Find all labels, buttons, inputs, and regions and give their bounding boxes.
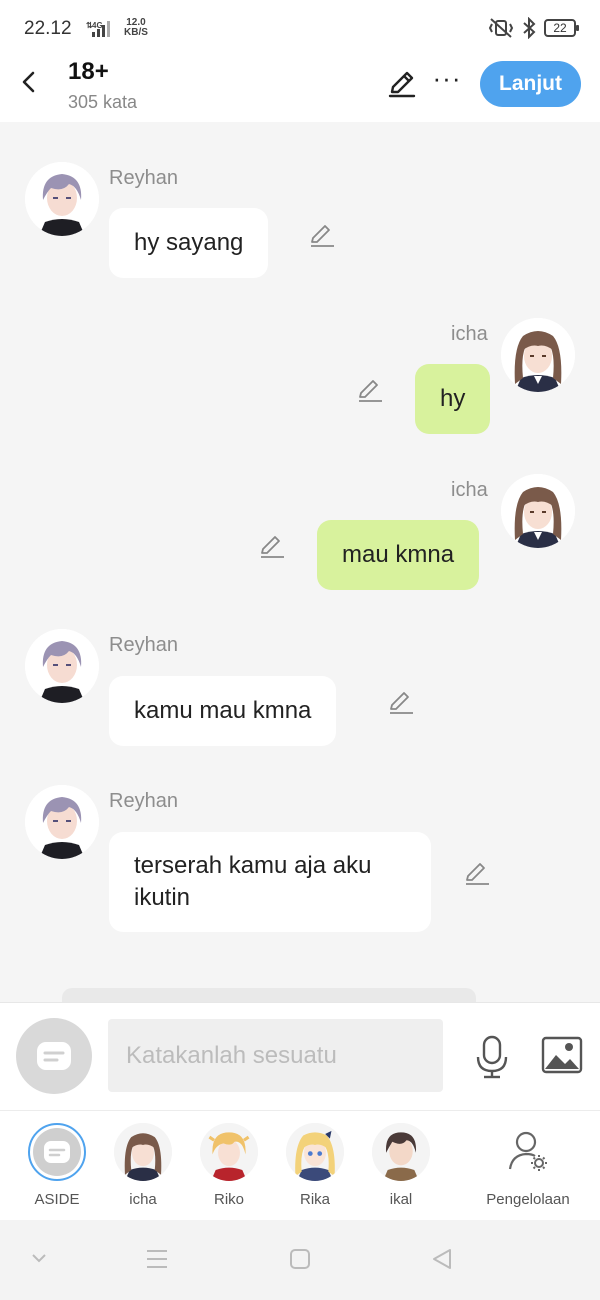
- manage-characters-button[interactable]: Pengelolaan: [478, 1123, 578, 1208]
- character-rika[interactable]: Rika: [275, 1123, 355, 1208]
- status-bar: 22.12 ⇅ 4G 12.0 KB/S 22: [0, 0, 600, 56]
- avatar-icha[interactable]: [501, 318, 575, 392]
- network-type: 4G: [92, 21, 103, 30]
- scroll-peek-bar: [62, 988, 476, 1002]
- avatar-reyhan[interactable]: [25, 785, 99, 859]
- edit-pencil-icon[interactable]: [386, 68, 418, 100]
- sender-name: Reyhan: [109, 634, 178, 656]
- sender-name: Reyhan: [109, 790, 178, 812]
- signal-icon: ⇅ 4G: [86, 21, 110, 37]
- sender-name: icha: [451, 479, 488, 501]
- aside-avatar: [28, 1123, 86, 1181]
- message-bubble[interactable]: kamu mau kmna: [109, 676, 337, 746]
- message-bubble[interactable]: terserah kamu aja aku ikutin: [109, 832, 431, 932]
- microphone-icon[interactable]: [474, 1035, 510, 1079]
- vibrate-mute-icon: [488, 18, 514, 38]
- chat-bubble-icon: [37, 1042, 71, 1070]
- message-bubble[interactable]: mau kmna: [317, 520, 480, 590]
- more-options-icon[interactable]: ···: [432, 65, 462, 98]
- image-icon[interactable]: [541, 1036, 583, 1074]
- avatar: [114, 1123, 172, 1181]
- word-count: 305 kata: [68, 92, 138, 112]
- avatar: [286, 1123, 344, 1181]
- menu-icon[interactable]: [145, 1248, 169, 1270]
- avatar: [372, 1123, 430, 1181]
- page-title: 18+: [68, 58, 109, 85]
- message-input[interactable]: Katakanlah sesuatu: [108, 1019, 443, 1092]
- character-riko[interactable]: Riko: [189, 1123, 269, 1208]
- user-settings-icon: [508, 1131, 547, 1171]
- chat-area: Reyhan hy sayang icha hy icha mau kmna R…: [0, 122, 600, 1002]
- home-icon[interactable]: [289, 1248, 311, 1270]
- aside-toggle-button[interactable]: [16, 1018, 92, 1094]
- chat-bubble-icon: [44, 1141, 70, 1163]
- message-bubble[interactable]: hy sayang: [109, 208, 269, 278]
- character-label: Riko: [213, 1191, 244, 1208]
- edit-message-icon[interactable]: [356, 376, 384, 404]
- edit-message-icon[interactable]: [258, 532, 286, 560]
- character-label: Rika: [299, 1191, 330, 1208]
- bluetooth-icon: [523, 17, 536, 39]
- battery-indicator: 22: [544, 19, 579, 37]
- character-label: ASIDE: [34, 1191, 80, 1208]
- character-ikal[interactable]: ikal: [361, 1123, 441, 1208]
- message-bubble[interactable]: hy: [415, 364, 491, 434]
- manage-label: Pengelolaan: [486, 1191, 570, 1208]
- character-label: icha: [129, 1191, 157, 1208]
- edit-message-icon[interactable]: [387, 688, 415, 716]
- edit-message-icon[interactable]: [463, 859, 491, 887]
- avatar-reyhan[interactable]: [25, 162, 99, 236]
- character-aside[interactable]: ASIDE: [17, 1123, 97, 1208]
- character-label: ikal: [389, 1191, 413, 1208]
- avatar: [200, 1123, 258, 1181]
- avatar-icha[interactable]: [501, 474, 575, 548]
- character-icha[interactable]: icha: [103, 1123, 183, 1208]
- sender-name: Reyhan: [109, 167, 178, 189]
- chevron-down-icon[interactable]: [30, 1252, 48, 1264]
- status-time: 22.12: [24, 18, 72, 39]
- net-speed: 12.0 KB/S: [124, 17, 148, 38]
- back-triangle-icon[interactable]: [430, 1247, 454, 1271]
- character-bar: ASIDE icha Riko Rika ikal Pengelolaan: [0, 1110, 600, 1220]
- system-nav-bar: [0, 1220, 600, 1300]
- next-button[interactable]: Lanjut: [480, 61, 581, 107]
- back-arrow-icon[interactable]: [14, 66, 46, 98]
- header: 18+ 305 kata ··· Lanjut: [0, 56, 600, 122]
- edit-message-icon[interactable]: [308, 221, 336, 249]
- sender-name: icha: [451, 323, 488, 345]
- input-bar: Katakanlah sesuatu: [0, 1002, 600, 1110]
- avatar-reyhan[interactable]: [25, 629, 99, 703]
